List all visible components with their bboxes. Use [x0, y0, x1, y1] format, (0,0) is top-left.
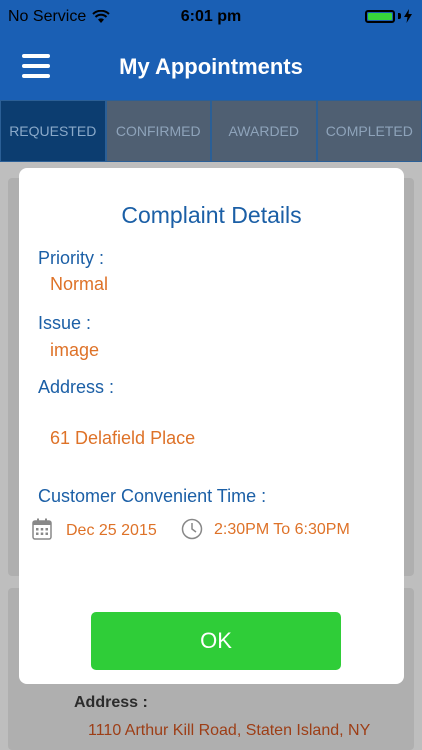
tab-bar: REQUESTED CONFIRMED AWARDED COMPLETED — [0, 100, 422, 162]
tab-confirmed[interactable]: CONFIRMED — [105, 100, 211, 162]
calendar-icon — [32, 518, 52, 540]
clock-icon — [181, 518, 203, 540]
date-value: Dec 25 2015 — [66, 522, 157, 539]
dialog-title: Complaint Details — [121, 202, 302, 228]
battery-tip — [398, 13, 401, 19]
priority-label: Priority : — [38, 248, 105, 268]
address-value: 61 Delafield Place — [50, 428, 196, 448]
issue-value: image — [50, 340, 100, 360]
page-title: My Appointments — [119, 54, 303, 79]
tab-requested[interactable]: REQUESTED — [0, 100, 106, 162]
status-bar: No Service 6:01 pm — [0, 0, 422, 34]
time-row: Dec 25 2015 2:30PM To 6:30PM — [32, 518, 392, 544]
address-label: Address : — [38, 377, 115, 397]
complaint-details-dialog: Complaint Details Priority : Normal Issu… — [19, 168, 404, 684]
time-label: Customer Convenient Time : — [38, 486, 267, 506]
nav-bar: My Appointments — [0, 34, 422, 100]
issue-label: Issue : — [38, 313, 92, 333]
status-right — [365, 9, 412, 23]
tab-completed[interactable]: COMPLETED — [316, 100, 422, 162]
time-value: 2:30PM To 6:30PM — [214, 521, 350, 538]
tab-awarded[interactable]: AWARDED — [211, 100, 317, 162]
status-time: 6:01 pm — [180, 8, 242, 25]
battery-icon — [365, 9, 395, 23]
priority-value: Normal — [50, 274, 109, 294]
charging-bolt-icon — [404, 9, 412, 23]
ok-button[interactable]: OK — [91, 612, 341, 670]
